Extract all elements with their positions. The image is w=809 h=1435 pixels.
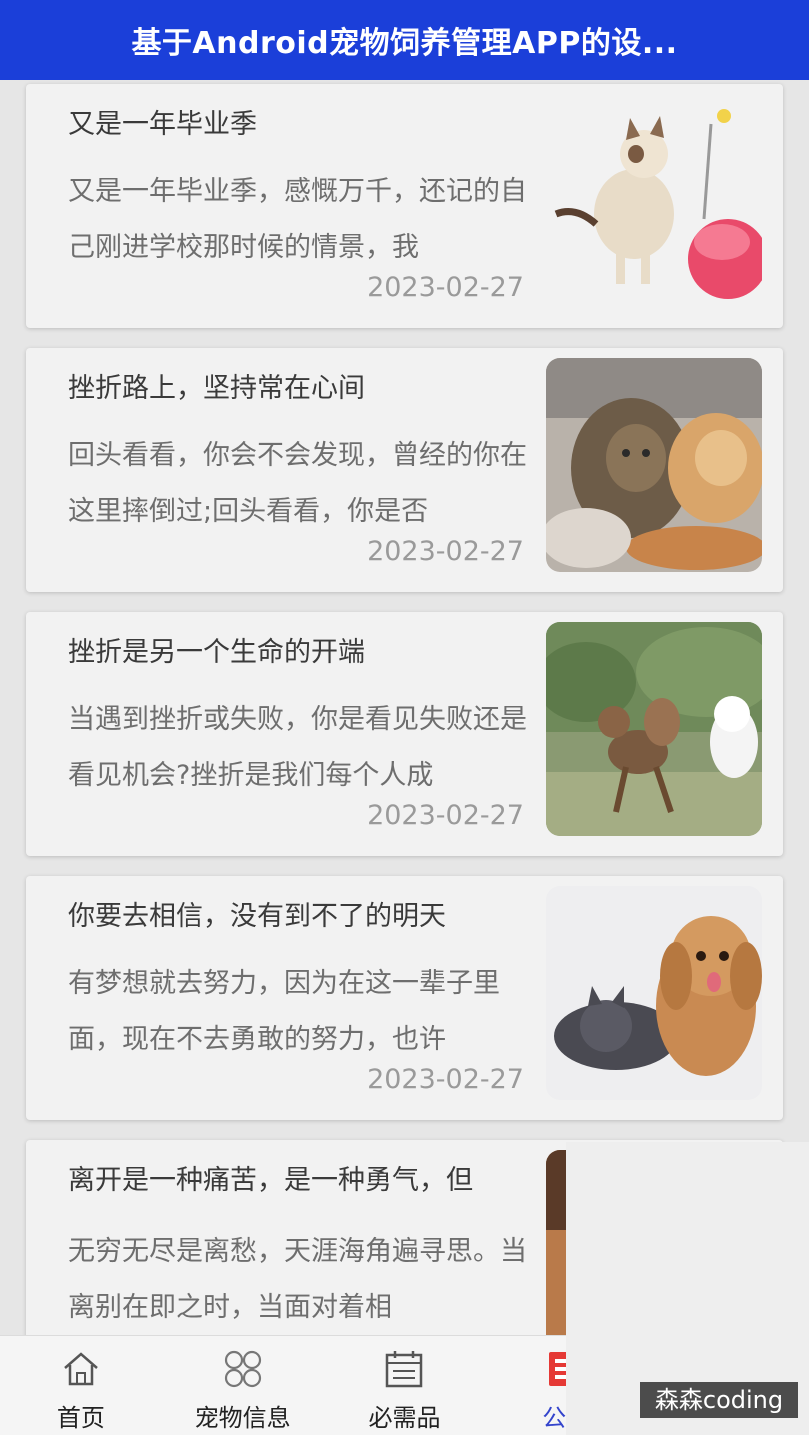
poodle-and-cat-image (546, 886, 762, 1100)
article-card[interactable]: 挫折是另一个生命的开端 当遇到挫折或失败，你是看见失败还是看见机会?挫折是我们每… (26, 612, 783, 856)
tab-pet-info[interactable]: 宠物信息 (162, 1336, 324, 1435)
article-excerpt: 回头看看，你会不会发现，曾经的你在这里摔倒过;回头看看，你是否 (68, 440, 527, 527)
article-title: 离开是一种痛苦，是一种勇气，但 (68, 1165, 473, 1196)
tab-supplies[interactable]: 必需品 (324, 1336, 486, 1435)
article-thumbnail (546, 622, 762, 836)
watermark: 森森coding (640, 1382, 798, 1418)
page-title: 基于Android宠物饲养管理APP的设... (131, 26, 678, 61)
calendar-icon (386, 1351, 423, 1388)
article-card[interactable]: 你要去相信，没有到不了的明天 有梦想就去努力，因为在这一辈子里面，现在不去勇敢的… (26, 876, 783, 1120)
tab-label: 必需品 (368, 1404, 441, 1432)
app-root: 基于Android宠物饲养管理APP的设... 又是一年毕业季 又是一年毕业季，… (0, 0, 809, 1435)
article-date: 2023-02-27 (367, 1064, 524, 1095)
article-title: 又是一年毕业季 (68, 109, 257, 140)
article-excerpt: 当遇到挫折或失败，你是看见失败还是看见机会?挫折是我们每个人成 (68, 704, 527, 791)
home-icon (64, 1352, 98, 1386)
article-title: 你要去相信，没有到不了的明天 (68, 901, 446, 932)
tab-label: 宠物信息 (194, 1404, 291, 1432)
tab-home[interactable]: 首页 (0, 1336, 162, 1435)
article-date: 2023-02-27 (367, 800, 524, 831)
article-thumbnail (546, 94, 762, 308)
tab-label: 首页 (56, 1404, 105, 1432)
article-card[interactable]: 挫折路上，坚持常在心间 回头看看，你会不会发现，曾经的你在这里摔倒过;回头看看，… (26, 348, 783, 592)
cats-cuddling-image (546, 358, 762, 572)
dogs-running-image (546, 622, 762, 836)
article-date: 2023-02-27 (367, 272, 524, 303)
kitten-with-toy-image (546, 94, 762, 308)
article-thumbnail (546, 358, 762, 572)
grid-icon (224, 1350, 261, 1388)
app-header: 基于Android宠物饲养管理APP的设... (0, 0, 809, 80)
article-thumbnail (546, 886, 762, 1100)
article-date: 2023-02-27 (367, 536, 524, 567)
article-excerpt: 无穷无尽是离愁，天涯海角遍寻思。当离别在即之时，当面对着相 (68, 1236, 527, 1323)
article-card[interactable]: 又是一年毕业季 又是一年毕业季，感慨万千，还记的自己刚进学校那时候的情景，我 2… (26, 84, 783, 328)
article-title: 挫折是另一个生命的开端 (68, 637, 365, 668)
article-title: 挫折路上，坚持常在心间 (68, 373, 365, 404)
article-excerpt: 有梦想就去努力，因为在这一辈子里面，现在不去勇敢的努力，也许 (68, 968, 500, 1055)
article-excerpt: 又是一年毕业季，感慨万千，还记的自己刚进学校那时候的情景，我 (68, 176, 527, 263)
